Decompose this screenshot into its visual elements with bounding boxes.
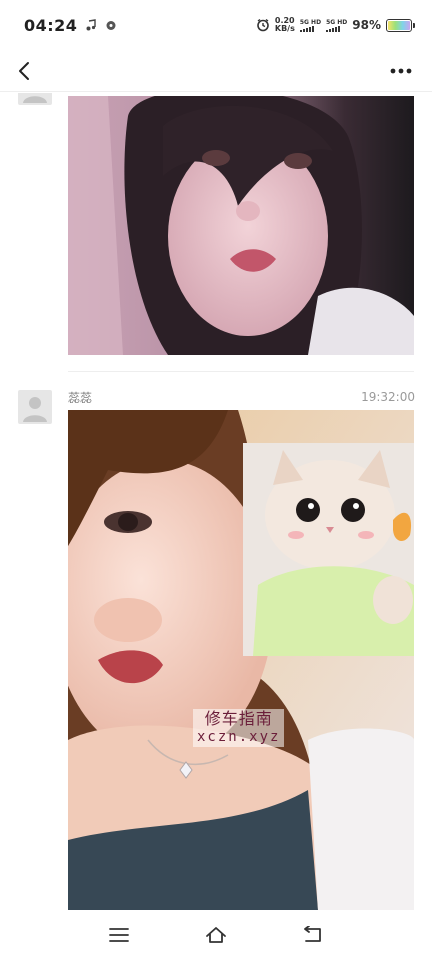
post-photo[interactable] — [68, 96, 414, 355]
status-right: 0.20 KB/s 5G HD 5G HD 98% — [256, 17, 415, 33]
status-bar: 04:24 0.20 KB/s 5G HD 5G HD 98% — [0, 0, 432, 50]
default-avatar-icon — [23, 96, 47, 103]
post-avatar[interactable] — [18, 390, 52, 424]
return-icon — [304, 926, 322, 942]
music-note-icon — [86, 19, 97, 31]
watermark-line1: 修车指南 — [204, 709, 273, 728]
signal-bars-icon — [299, 25, 314, 32]
status-time: 04:24 — [24, 15, 78, 35]
signal-bars-icon — [326, 25, 341, 32]
back-button[interactable] — [14, 59, 34, 83]
post-time: 19:32:00 — [361, 390, 415, 404]
battery-percent: 98% — [352, 18, 381, 32]
sim1-signal: 5G HD — [299, 18, 322, 32]
status-left: 04:24 — [24, 16, 117, 35]
bottom-nav — [0, 910, 432, 960]
more-dots-icon — [390, 68, 412, 73]
app-notification-icon — [106, 21, 116, 30]
menu-icon — [108, 928, 129, 942]
post-divider — [68, 371, 414, 372]
post-photo[interactable] — [68, 410, 414, 910]
selfie-photo-image — [68, 96, 414, 355]
feed: 蕊蕊 19:32:00 修车指南 xczn.xyz — [0, 93, 432, 910]
battery-icon — [386, 18, 415, 32]
sim2-signal: 5G HD — [326, 19, 347, 32]
home-button[interactable] — [196, 915, 236, 955]
alarm-icon — [257, 18, 269, 32]
net-speed-unit: KB/s — [274, 24, 295, 33]
menu-button[interactable] — [99, 915, 139, 955]
nav-header — [0, 50, 432, 92]
battery-fill — [388, 20, 410, 30]
watermark-line2: xczn.xyz — [197, 729, 281, 745]
selfie-with-cat-image — [68, 410, 414, 910]
back-nav-button[interactable] — [293, 915, 333, 955]
watermark: 修车指南 xczn.xyz — [193, 709, 285, 747]
sim2-label: 5G HD — [326, 18, 348, 26]
post-avatar[interactable] — [18, 93, 52, 105]
net-speed: 0.20 KB/s — [275, 17, 295, 33]
home-icon — [206, 927, 226, 943]
post-username[interactable]: 蕊蕊 — [68, 389, 92, 406]
chevron-left-icon — [19, 61, 29, 80]
default-avatar-icon — [23, 397, 47, 422]
sim1-label: 5G HD — [299, 18, 322, 26]
more-button[interactable] — [388, 59, 414, 83]
